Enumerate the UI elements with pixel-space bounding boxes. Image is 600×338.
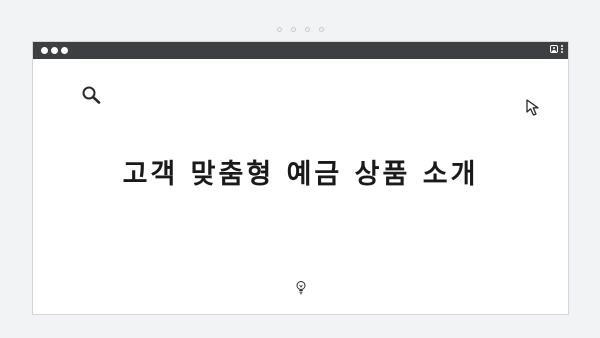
- page-title: 고객 맞춤형 예금 상품 소개: [122, 159, 479, 190]
- window-buttons: [41, 47, 68, 54]
- minimize-window-button[interactable]: [51, 47, 58, 54]
- page-dot[interactable]: [276, 27, 282, 32]
- window-controls: [550, 45, 563, 53]
- kebab-menu-icon[interactable]: [561, 45, 563, 53]
- user-icon[interactable]: [550, 45, 558, 53]
- page-dot[interactable]: [318, 27, 324, 32]
- close-window-button[interactable]: [41, 47, 48, 54]
- maximize-window-button[interactable]: [61, 47, 68, 54]
- lightbulb-icon: [296, 281, 306, 295]
- page-dot[interactable]: [304, 27, 310, 32]
- title-bar: [33, 42, 568, 59]
- page-indicator: [0, 27, 600, 32]
- cursor-arrow-icon: [526, 99, 539, 116]
- page-dot[interactable]: [290, 27, 296, 32]
- search-icon: [82, 86, 101, 104]
- browser-window: 고객 맞춤형 예금 상품 소개: [32, 41, 569, 315]
